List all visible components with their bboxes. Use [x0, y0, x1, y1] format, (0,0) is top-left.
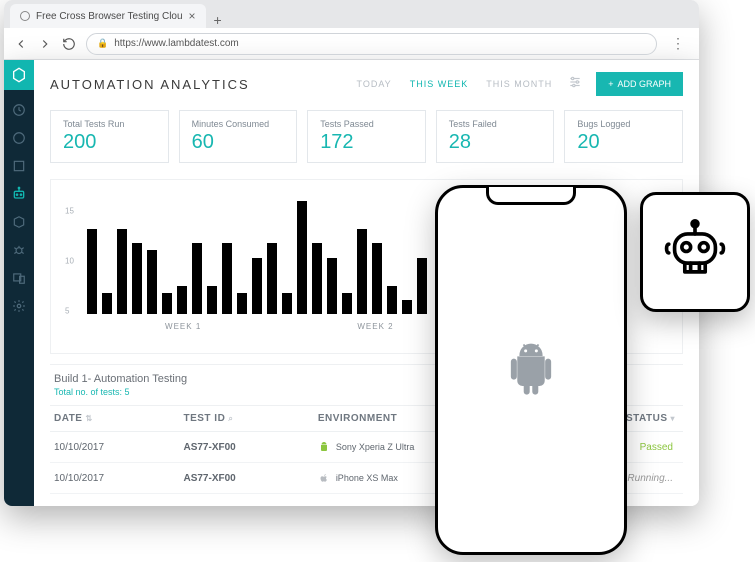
- chart-bar: [267, 243, 277, 314]
- chart-bar: [117, 229, 127, 314]
- chart-bar: [132, 243, 142, 314]
- filter-icon: ▾: [670, 414, 675, 423]
- card-minutes: Minutes Consumed60: [179, 110, 298, 163]
- card-total-tests: Total Tests Run200: [50, 110, 169, 163]
- y-tick: 5: [65, 307, 69, 316]
- browser-tab-strip: Free Cross Browser Testing Clou × +: [4, 0, 699, 28]
- chart-bar: [177, 286, 187, 314]
- col-testid[interactable]: TEST ID⌕: [179, 406, 313, 432]
- chart-bar: [297, 201, 307, 314]
- tab-title: Free Cross Browser Testing Clou: [36, 11, 183, 22]
- sidebar-settings-icon[interactable]: [11, 298, 27, 314]
- browser-menu-icon[interactable]: ⋮: [667, 35, 689, 52]
- sidebar-dashboard-icon[interactable]: [11, 102, 27, 118]
- robot-icon: [660, 215, 730, 290]
- lock-icon: 🔒: [97, 38, 108, 49]
- sidebar-grid-icon[interactable]: [11, 158, 27, 174]
- card-failed: Tests Failed28: [436, 110, 555, 163]
- sidebar-package-icon[interactable]: [11, 214, 27, 230]
- chart-bar: [282, 293, 292, 314]
- chart-bar: [342, 293, 352, 314]
- chart-bar: [207, 286, 217, 314]
- chart-bar: [417, 258, 427, 314]
- y-tick: 10: [65, 257, 74, 266]
- apple-icon: [318, 472, 330, 484]
- chart-bar: [192, 243, 202, 314]
- browser-toolbar: 🔒 https://www.lambdatest.com ⋮: [4, 28, 699, 60]
- close-icon[interactable]: ×: [189, 9, 196, 23]
- address-bar[interactable]: 🔒 https://www.lambdatest.com: [86, 33, 657, 55]
- tab-today[interactable]: TODAY: [357, 79, 392, 89]
- card-bugs: Bugs Logged20: [564, 110, 683, 163]
- add-graph-button[interactable]: +ADD GRAPH: [596, 72, 683, 96]
- x-label: WEEK 1: [87, 322, 279, 331]
- chart-bar: [312, 243, 322, 314]
- app-logo-icon[interactable]: [4, 60, 34, 90]
- android-icon: [504, 338, 558, 403]
- favicon-icon: [20, 11, 30, 21]
- chart-bar: [222, 243, 232, 314]
- sidebar-clock-icon[interactable]: [11, 130, 27, 146]
- col-date[interactable]: DATE⇅: [50, 406, 179, 432]
- chart-bar: [162, 293, 172, 314]
- search-icon: ⌕: [228, 414, 233, 423]
- chart-bar: [372, 243, 382, 314]
- chart-bar: [87, 229, 97, 314]
- tab-this-week[interactable]: THIS WEEK: [410, 79, 469, 89]
- card-passed: Tests Passed172: [307, 110, 426, 163]
- android-icon: [318, 441, 330, 453]
- chart-bar: [102, 293, 112, 314]
- tab-this-month[interactable]: THIS MONTH: [486, 79, 552, 89]
- robot-card: [640, 192, 750, 312]
- period-tabs: TODAY THIS WEEK THIS MONTH: [357, 79, 553, 89]
- forward-icon[interactable]: [38, 37, 52, 51]
- filter-icon[interactable]: [568, 75, 582, 94]
- sidebar-devices-icon[interactable]: [11, 270, 27, 286]
- phone-mockup: [435, 185, 627, 555]
- chart-bar: [252, 258, 262, 314]
- chart-bar: [402, 300, 412, 314]
- chart-bar: [327, 258, 337, 314]
- chart-bar: [357, 229, 367, 314]
- url-text: https://www.lambdatest.com: [114, 38, 239, 49]
- y-tick: 15: [65, 207, 74, 216]
- page-title: AUTOMATION ANALYTICS: [50, 77, 250, 92]
- chart-bar: [237, 293, 247, 314]
- sidebar-automation-icon[interactable]: [11, 186, 27, 202]
- browser-tab[interactable]: Free Cross Browser Testing Clou ×: [10, 4, 206, 28]
- chart-bar: [147, 250, 157, 314]
- sidebar-bug-icon[interactable]: [11, 242, 27, 258]
- back-icon[interactable]: [14, 37, 28, 51]
- plus-icon: +: [608, 79, 613, 89]
- reload-icon[interactable]: [62, 37, 76, 51]
- phone-notch: [486, 187, 576, 205]
- sidebar: [4, 60, 34, 506]
- sort-icon: ⇅: [85, 414, 92, 423]
- chart-bar: [387, 286, 397, 314]
- new-tab-button[interactable]: +: [206, 12, 230, 28]
- metric-cards: Total Tests Run200 Minutes Consumed60 Te…: [50, 110, 683, 163]
